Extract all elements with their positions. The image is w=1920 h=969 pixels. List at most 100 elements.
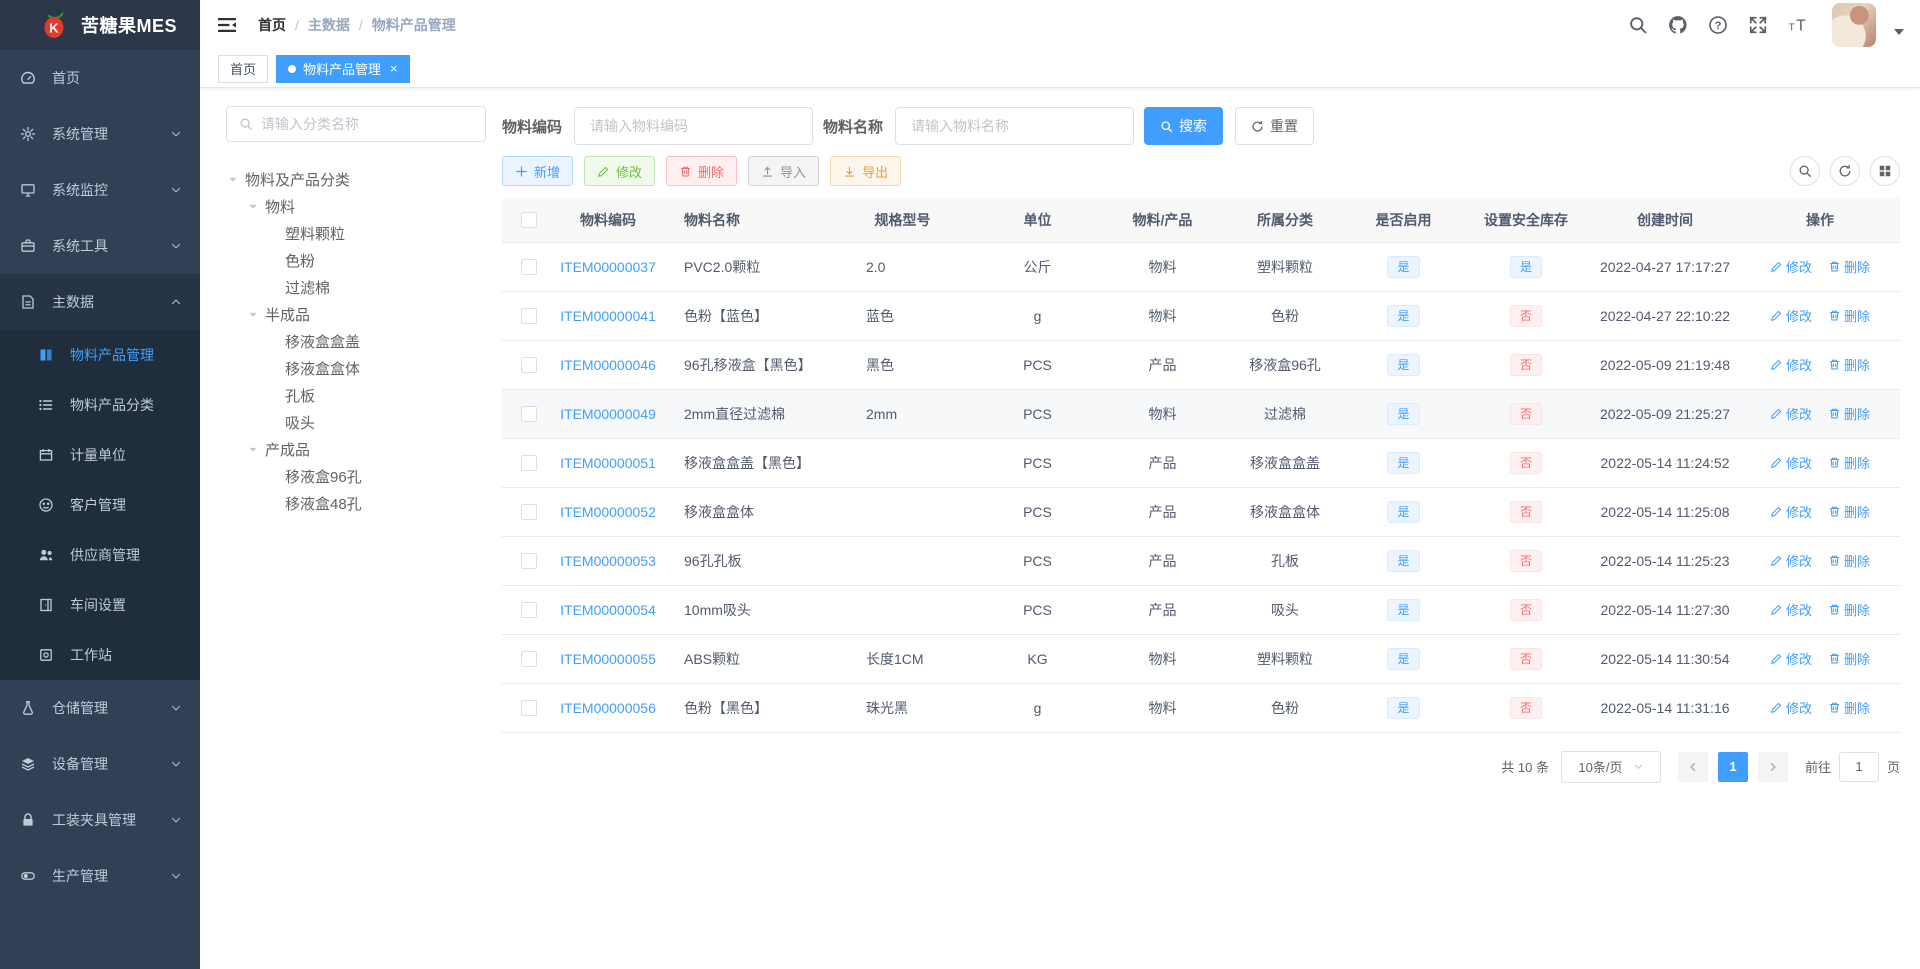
grid-circle-button[interactable] [1870,156,1900,186]
hamburger-fold-icon[interactable] [218,17,236,33]
refresh-circle-button[interactable] [1830,156,1860,186]
github-icon[interactable] [1666,13,1690,37]
tree-search-input[interactable] [261,116,473,132]
sidebar-item[interactable]: 首页 [0,50,200,106]
caret-down-icon[interactable] [1894,29,1904,35]
sidebar-item[interactable]: 生产管理 [0,848,200,904]
row-checkbox[interactable] [521,356,537,373]
user-avatar[interactable] [1832,3,1876,47]
sidebar-item[interactable]: 工装夹具管理 [0,792,200,848]
item-code-link[interactable]: ITEM00000052 [560,504,656,520]
row-checkbox[interactable] [521,454,537,471]
row-edit-button[interactable]: 修改 [1770,453,1812,472]
row-checkbox[interactable] [521,258,537,275]
row-delete-button[interactable]: 删除 [1828,502,1870,521]
row-checkbox[interactable] [521,503,537,520]
row-edit-button[interactable]: 修改 [1770,600,1812,619]
row-edit-button[interactable]: 修改 [1770,257,1812,276]
sidebar-subitem[interactable]: 计量单位 [0,430,200,480]
item-code-link[interactable]: ITEM00000056 [560,700,656,716]
plus-button[interactable]: 新增 [502,156,574,186]
tree-node[interactable]: 移液盒48孔 [226,490,486,517]
fullscreen-icon[interactable] [1746,13,1770,37]
row-delete-button[interactable]: 删除 [1828,306,1870,325]
sidebar-subitem[interactable]: 物料产品管理 [0,330,200,380]
row-checkbox[interactable] [521,307,537,324]
row-delete-button[interactable]: 删除 [1828,600,1870,619]
item-code-link[interactable]: ITEM00000051 [560,455,656,471]
font-size-icon[interactable]: TT [1786,13,1810,37]
row-checkbox[interactable] [521,552,537,569]
tree-node[interactable]: 物料 [226,193,486,220]
delete-button[interactable]: 删除 [666,156,738,186]
sidebar-subitem[interactable]: 车间设置 [0,580,200,630]
row-delete-button[interactable]: 删除 [1828,551,1870,570]
row-delete-button[interactable]: 删除 [1828,355,1870,374]
tree-node[interactable]: 移液盒盒体 [226,355,486,382]
item-code-link[interactable]: ITEM00000053 [560,553,656,569]
search-circle-button[interactable] [1790,156,1820,186]
row-edit-button[interactable]: 修改 [1770,306,1812,325]
row-edit-button[interactable]: 修改 [1770,698,1812,717]
row-checkbox[interactable] [521,699,537,716]
item-code-link[interactable]: ITEM00000054 [560,602,656,618]
reset-button[interactable]: 重置 [1235,107,1315,145]
row-checkbox[interactable] [521,601,537,618]
tree-node[interactable]: 吸头 [226,409,486,436]
goto-page-input[interactable] [1838,751,1879,782]
sidebar-item[interactable]: 系统工具 [0,218,200,274]
tree-node[interactable]: 半成品 [226,301,486,328]
help-icon[interactable]: ? [1706,13,1730,37]
tree-node[interactable]: 孔板 [226,382,486,409]
next-page-button[interactable] [1757,751,1788,782]
tree-node[interactable]: 移液盒盒盖 [226,328,486,355]
item-code-link[interactable]: ITEM00000046 [560,357,656,373]
prev-page-button[interactable] [1677,751,1708,782]
tree-node[interactable]: 过滤棉 [226,274,486,301]
tree-node[interactable]: 移液盒96孔 [226,463,486,490]
page-number-button[interactable]: 1 [1717,751,1748,782]
material-name-input[interactable] [895,107,1135,145]
item-code-link[interactable]: ITEM00000055 [560,651,656,667]
tree-node[interactable]: 塑料颗粒 [226,220,486,247]
sidebar-item[interactable]: 设备管理 [0,736,200,792]
upload-button[interactable]: 导入 [748,156,820,186]
sidebar-item[interactable]: 系统监控 [0,162,200,218]
row-delete-button[interactable]: 删除 [1828,698,1870,717]
sidebar-item[interactable]: 主数据 [0,274,200,330]
row-checkbox[interactable] [521,405,537,422]
sidebar-subitem[interactable]: 客户管理 [0,480,200,530]
row-edit-button[interactable]: 修改 [1770,502,1812,521]
material-code-input[interactable] [574,107,814,145]
row-delete-button[interactable]: 删除 [1828,453,1870,472]
app-logo[interactable]: K 苦糖果MES [0,0,200,50]
sidebar-item[interactable]: 系统管理 [0,106,200,162]
breadcrumb-item[interactable]: 首页 [258,15,286,35]
item-code-link[interactable]: ITEM00000049 [560,406,656,422]
sidebar-subitem[interactable]: 工作站 [0,630,200,680]
row-edit-button[interactable]: 修改 [1770,551,1812,570]
close-icon[interactable]: × [390,61,398,76]
row-delete-button[interactable]: 删除 [1828,649,1870,668]
download-button[interactable]: 导出 [830,156,902,186]
edit-button[interactable]: 修改 [584,156,656,186]
select-all-checkbox[interactable] [521,211,537,228]
row-edit-button[interactable]: 修改 [1770,404,1812,423]
tree-node[interactable]: 物料及产品分类 [226,166,486,193]
row-edit-button[interactable]: 修改 [1770,649,1812,668]
tab-item[interactable]: 首页 [218,54,269,83]
search-button[interactable]: 搜索 [1144,107,1224,145]
row-edit-button[interactable]: 修改 [1770,355,1812,374]
breadcrumb-item[interactable]: 主数据 [308,15,350,35]
row-delete-button[interactable]: 删除 [1828,404,1870,423]
row-delete-button[interactable]: 删除 [1828,257,1870,276]
tree-node[interactable]: 色粉 [226,247,486,274]
tab-active[interactable]: 物料产品管理 × [276,54,410,83]
sidebar-item[interactable]: 仓储管理 [0,680,200,736]
tree-node[interactable]: 产成品 [226,436,486,463]
sidebar-subitem[interactable]: 供应商管理 [0,530,200,580]
item-code-link[interactable]: ITEM00000041 [560,308,656,324]
row-checkbox[interactable] [521,650,537,667]
item-code-link[interactable]: ITEM00000037 [560,259,656,275]
search-icon[interactable] [1626,13,1650,37]
